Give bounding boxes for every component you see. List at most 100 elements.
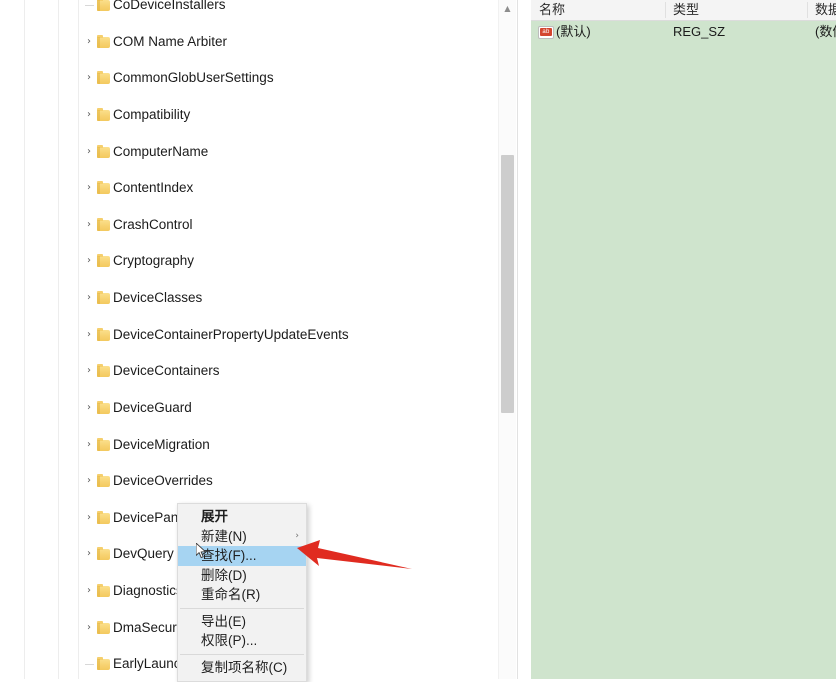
folder-icon: [97, 364, 110, 378]
registry-values-pane[interactable]: 名称 类型 数据 ab (默认) REG_SZ (数值未: [531, 0, 836, 679]
chevron-right-icon[interactable]: ›: [82, 326, 96, 344]
chevron-right-icon[interactable]: ›: [82, 252, 96, 270]
chevron-right-icon[interactable]: ›: [82, 69, 96, 87]
menu-item-展开[interactable]: 展开: [178, 507, 306, 527]
folder-icon: [97, 71, 110, 85]
tree-item-label: Diagnostics: [113, 583, 183, 599]
chevron-right-icon[interactable]: ›: [82, 436, 96, 454]
folder-icon: [97, 474, 110, 488]
tree-item-deviceguard[interactable]: › DeviceGuard: [0, 399, 516, 417]
menu-item-删除d[interactable]: 删除(D): [178, 566, 306, 586]
tree-item-label: CommonGlobUserSettings: [113, 70, 274, 86]
chevron-right-icon[interactable]: ›: [82, 582, 96, 600]
registry-editor-window: CoDeviceInstallers › COM Name Arbiter › Comm…: [0, 0, 836, 682]
chevron-right-icon[interactable]: ›: [82, 289, 96, 307]
menu-item-label: 权限(P)...: [201, 633, 258, 648]
tree-item-label: DeviceOverrides: [113, 473, 213, 489]
tree-item-label: DeviceContainerPropertyUpdateEvents: [113, 326, 349, 342]
menu-item-label: 重命名(R): [201, 587, 261, 602]
folder-icon: [97, 510, 110, 524]
chevron-right-icon[interactable]: ›: [82, 179, 96, 197]
chevron-right-icon[interactable]: ›: [82, 33, 96, 51]
folder-icon: [97, 254, 110, 268]
menu-separator: [180, 653, 304, 655]
tree-item-label: CrashControl: [113, 216, 193, 232]
string-value-icon: ab: [538, 26, 554, 39]
column-separator[interactable]: [807, 2, 808, 18]
chevron-right-icon[interactable]: ›: [82, 472, 96, 490]
folder-icon: [97, 34, 110, 48]
menu-item-权限p[interactable]: 权限(P)...: [178, 631, 306, 651]
scrollbar-thumb[interactable]: [501, 155, 514, 413]
chevron-right-icon[interactable]: ›: [82, 143, 96, 161]
chevron-right-icon[interactable]: ›: [82, 399, 96, 417]
chevron-right-icon[interactable]: ›: [82, 509, 96, 527]
menu-separator: [180, 607, 304, 609]
tree-item-cryptography[interactable]: › Cryptography: [0, 252, 516, 270]
menu-item-导出e[interactable]: 导出(E): [178, 612, 306, 632]
menu-item-label: 删除(D): [201, 567, 247, 583]
value-name-cell: (默认): [556, 24, 591, 39]
tree-connector: [85, 664, 94, 666]
tree-item-devicecontainers[interactable]: › DeviceContainers: [0, 362, 516, 380]
folder-icon: [97, 400, 110, 414]
menu-item-label: 复制项名称(C): [201, 659, 288, 675]
folder-icon: [97, 0, 110, 11]
menu-item-新建n[interactable]: 新建(N) ›: [178, 527, 306, 547]
tree-item-compatibility[interactable]: › Compatibility: [0, 106, 516, 124]
chevron-right-icon[interactable]: ›: [82, 619, 96, 637]
tree-item-label: COM Name Arbiter: [113, 33, 228, 49]
tree-item-label: ContentIndex: [113, 180, 194, 196]
tree-item-label: Compatibility: [113, 106, 191, 122]
column-header-type[interactable]: 类型: [673, 0, 699, 20]
tree-item-crashcontrol[interactable]: › CrashControl: [0, 216, 516, 234]
scroll-up-arrow-icon[interactable]: ▲: [499, 0, 516, 17]
tree-item-devicemigration[interactable]: › DeviceMigration: [0, 436, 516, 454]
values-column-header: 名称 类型 数据: [531, 0, 836, 21]
tree-item-com-name-arbiter[interactable]: › COM Name Arbiter: [0, 33, 516, 51]
tree-item-label: DeviceContainers: [113, 363, 220, 379]
tree-vertical-scrollbar[interactable]: ▲: [498, 0, 516, 679]
column-separator[interactable]: [665, 2, 666, 18]
tree-item-codeviceinstallers[interactable]: CoDeviceInstallers: [0, 0, 516, 14]
submenu-chevron-icon: ›: [295, 530, 299, 541]
tree-item-computername[interactable]: › ComputerName: [0, 143, 516, 161]
tree-item-contentindex[interactable]: › ContentIndex: [0, 179, 516, 197]
tree-item-label: ComputerName: [113, 143, 209, 159]
folder-icon: [97, 584, 110, 598]
folder-icon: [97, 657, 110, 671]
chevron-right-icon[interactable]: ›: [82, 216, 96, 234]
folder-icon: [97, 107, 110, 121]
menu-item-label: 导出(E): [201, 613, 246, 629]
value-type-cell: REG_SZ: [673, 24, 726, 39]
tree-item-devicecontainerpropertyupdateevents[interactable]: › DeviceContainerPropertyUpdateEvents: [0, 326, 516, 344]
menu-item-复制项名称c[interactable]: 复制项名称(C): [178, 658, 306, 678]
registry-key-context-menu[interactable]: 展开新建(N) › 查找(F)... 删除(D) 重命名(R) 导出(E) 权限(P)...…: [177, 503, 307, 682]
tree-item-label: CoDeviceInstallers: [113, 0, 226, 12]
value-row[interactable]: ab (默认) REG_SZ (数值未: [531, 21, 836, 43]
tree-item-deviceoverrides[interactable]: › DeviceOverrides: [0, 472, 516, 490]
chevron-right-icon[interactable]: ›: [82, 362, 96, 380]
tree-item-deviceclasses[interactable]: › DeviceClasses: [0, 289, 516, 307]
menu-item-label: 展开: [201, 509, 228, 524]
column-header-name[interactable]: 名称: [539, 0, 565, 20]
folder-icon: [97, 144, 110, 158]
folder-icon: [97, 437, 110, 451]
tree-item-commonglobusersettings[interactable]: › CommonGlobUserSettings: [0, 69, 516, 87]
value-data-cell: (数值未: [815, 24, 836, 39]
chevron-right-icon[interactable]: ›: [82, 545, 96, 563]
menu-item-label: 查找(F)...: [201, 548, 257, 563]
chevron-right-icon[interactable]: ›: [82, 106, 96, 124]
tree-connector: [85, 5, 94, 6]
tree-item-label: DeviceClasses: [113, 290, 203, 306]
folder-icon: [97, 181, 110, 195]
menu-item-label: 新建(N): [201, 528, 247, 544]
column-header-data[interactable]: 数据: [815, 0, 836, 20]
menu-item-重命名r[interactable]: 重命名(R): [178, 585, 306, 605]
folder-icon: [97, 217, 110, 231]
tree-item-label: DeviceGuard: [113, 399, 192, 415]
folder-icon: [97, 291, 110, 305]
folder-icon: [97, 620, 110, 634]
tree-item-label: Cryptography: [113, 253, 195, 269]
menu-item-查找f[interactable]: 查找(F)...: [178, 546, 306, 566]
